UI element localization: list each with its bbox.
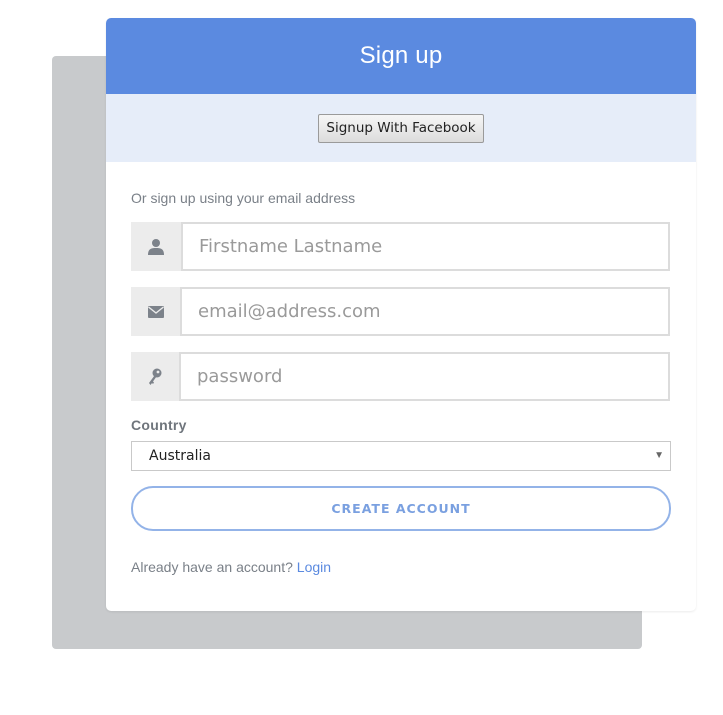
create-account-button[interactable]: CREATE ACCOUNT xyxy=(131,486,671,531)
login-link[interactable]: Login xyxy=(297,559,331,575)
envelope-icon xyxy=(131,287,180,336)
password-field-row xyxy=(131,352,670,401)
password-input[interactable] xyxy=(179,352,670,401)
user-icon xyxy=(131,222,181,271)
country-select[interactable]: Australia ▼ xyxy=(131,441,671,471)
key-icon xyxy=(131,352,179,401)
email-field-row xyxy=(131,287,670,336)
name-input[interactable] xyxy=(181,222,670,271)
login-prompt-text: Already have an account? xyxy=(131,559,293,575)
social-login-bar: Signup With Facebook xyxy=(106,94,696,162)
name-field-row xyxy=(131,222,670,271)
country-label: Country xyxy=(131,417,187,433)
page: Sign up Signup With Facebook Or sign up … xyxy=(0,0,723,715)
login-prompt: Already have an account? Login xyxy=(131,559,671,575)
card-header: Sign up xyxy=(106,18,696,94)
country-selected-value: Australia xyxy=(149,448,211,464)
chevron-down-icon: ▼ xyxy=(654,450,664,461)
form-intro: Or sign up using your email address xyxy=(131,190,356,206)
signup-card: Sign up Signup With Facebook Or sign up … xyxy=(106,18,696,611)
signup-form: Or sign up using your email address Firs… xyxy=(106,162,696,575)
page-title: Sign up xyxy=(359,42,443,69)
facebook-signup-button[interactable]: Signup With Facebook xyxy=(318,113,484,143)
email-input[interactable] xyxy=(180,287,670,336)
